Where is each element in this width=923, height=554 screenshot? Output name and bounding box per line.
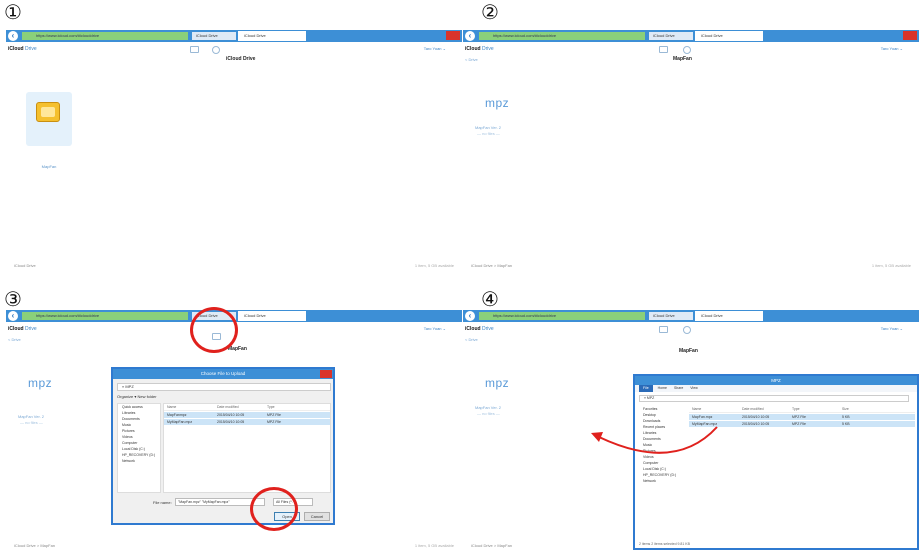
arrow-left-icon[interactable]: ‹ <box>8 31 18 41</box>
file-sub: — no files — <box>20 420 43 425</box>
ribbon-tab-file[interactable]: File <box>639 385 653 392</box>
panel-step-3: ‹ https://www.icloud.com/#iclouddrive iC… <box>6 310 462 552</box>
page-title: iCloud Drive <box>226 56 256 62</box>
nav-item[interactable]: Network <box>118 458 160 464</box>
back-link[interactable]: < Drive <box>465 337 478 342</box>
dialog-address-bar[interactable]: « MPZ <box>117 383 331 391</box>
back-link[interactable]: < Drive <box>8 337 21 342</box>
new-folder-icon[interactable] <box>683 46 691 54</box>
page-title: MapFan <box>679 348 698 354</box>
browser-tab-inactive[interactable]: iCloud Drive <box>649 312 693 320</box>
breadcrumb[interactable]: iCloud Drive > MapFan <box>14 543 55 548</box>
mpz-file-icon[interactable]: mpz <box>28 376 52 390</box>
browser-tab-active[interactable]: iCloud Drive <box>695 311 763 321</box>
page-title: MapFan <box>673 56 692 62</box>
breadcrumb[interactable]: iCloud Drive > MapFan <box>471 543 512 548</box>
breadcrumb[interactable]: iCloud Drive <box>14 263 36 268</box>
icloud-drive-title[interactable]: iCloud Drive <box>8 46 37 52</box>
icloud-drive-title[interactable]: iCloud Drive <box>8 326 37 332</box>
drag-arrow <box>591 426 718 454</box>
upload-icon[interactable] <box>190 46 199 53</box>
dialog-nav-pane: Quick access Libraries Documents Music P… <box>117 403 161 493</box>
cancel-button[interactable]: Cancel <box>304 512 330 521</box>
address-bar[interactable]: https://www.icloud.com/#iclouddrive <box>22 312 188 320</box>
table-row[interactable]: MapFanmpz 2015/04/10 10:05 MPZ File <box>164 412 330 418</box>
file-sub: — no files — <box>477 411 500 416</box>
close-icon[interactable] <box>903 31 917 40</box>
storage-status: 1 item, 5 GB available <box>871 263 911 268</box>
file-sub: — no files — <box>477 131 500 136</box>
folder-label: MapFan <box>41 164 57 169</box>
folder-icon <box>36 102 60 122</box>
minimize-icon[interactable] <box>889 31 901 40</box>
page-title: MapFan <box>228 346 247 352</box>
upload-icon[interactable] <box>659 326 668 333</box>
table-row[interactable]: MyMapFan.mpz 2015/04/10 10:05 MPZ File <box>164 419 330 425</box>
file-link[interactable]: MapFan Ver. 2 <box>18 414 44 419</box>
back-link[interactable]: < Drive <box>465 57 478 62</box>
minimize-icon[interactable] <box>432 31 444 40</box>
storage-status: 1 item, 5 GB available <box>414 543 454 548</box>
browser-tab-active[interactable]: iCloud Drive <box>238 311 306 321</box>
ribbon-tab-share[interactable]: Share <box>674 386 683 390</box>
icloud-drive-title[interactable]: iCloud Drive <box>465 46 494 52</box>
arrow-left-icon[interactable]: ‹ <box>465 31 475 41</box>
step-number-4: ④ <box>481 287 499 311</box>
panel-step-1: ‹ https://www.icloud.com/#iclouddrive iC… <box>6 30 462 272</box>
step-number-3: ③ <box>4 287 22 311</box>
address-bar[interactable]: https://www.icloud.com/#iclouddrive <box>479 32 645 40</box>
step-number-1: ① <box>4 0 22 24</box>
highlight-circle-upload <box>190 307 238 353</box>
breadcrumb[interactable]: iCloud Drive > MapFan <box>471 263 512 268</box>
user-menu[interactable]: Taro Yoan ⌄ <box>424 46 446 51</box>
address-bar[interactable]: https://www.icloud.com/#iclouddrive <box>479 312 645 320</box>
browser-tab-inactive[interactable]: iCloud Drive <box>192 32 236 40</box>
upload-icon[interactable] <box>659 46 668 53</box>
user-menu[interactable]: Taro Yoan ⌄ <box>881 326 903 331</box>
highlight-circle-open <box>250 487 298 531</box>
explorer-status-bar: 2 items 2 items selected 9.81 KB <box>639 542 690 546</box>
ribbon-tab-view[interactable]: View <box>690 386 698 390</box>
new-folder-icon[interactable] <box>212 46 220 54</box>
file-upload-dialog: Choose File to Upload « MPZ Organize ▾ N… <box>111 367 335 525</box>
panel-step-2: ‹ https://www.icloud.com/#iclouddrive iC… <box>463 30 919 272</box>
browser-toolbar: ‹ https://www.icloud.com/#iclouddrive iC… <box>463 310 919 322</box>
browser-tab-active[interactable]: iCloud Drive <box>238 31 306 41</box>
drag-arrow-path <box>598 426 718 454</box>
nav-item[interactable]: Network <box>639 478 687 484</box>
file-link[interactable]: MapFan Ver. 2 <box>475 125 501 130</box>
browser-tab-active[interactable]: iCloud Drive <box>695 31 763 41</box>
filename-label: File name: <box>153 500 172 505</box>
close-icon[interactable] <box>446 31 460 40</box>
file-link[interactable]: MapFan Ver. 2 <box>475 405 501 410</box>
explorer-title: MPZ <box>635 376 917 385</box>
browser-toolbar: ‹ https://www.icloud.com/#iclouddrive iC… <box>6 30 462 42</box>
arrow-left-icon[interactable]: ‹ <box>465 311 475 321</box>
icloud-drive-title[interactable]: iCloud Drive <box>465 326 494 332</box>
arrow-left-icon[interactable]: ‹ <box>8 311 18 321</box>
user-menu[interactable]: Taro Yoan ⌄ <box>881 46 903 51</box>
ribbon-tab-home[interactable]: Home <box>658 386 667 390</box>
storage-status: 1 item, 5 GB available <box>414 263 454 268</box>
mpz-file-icon[interactable]: mpz <box>485 376 509 390</box>
close-icon[interactable] <box>320 370 332 378</box>
browser-tab-inactive[interactable]: iCloud Drive <box>649 32 693 40</box>
address-bar[interactable]: https://www.icloud.com/#iclouddrive <box>22 32 188 40</box>
user-menu[interactable]: Taro Yoan ⌄ <box>424 326 446 331</box>
folder-mapfan[interactable]: MapFan <box>26 92 72 169</box>
new-folder-icon[interactable] <box>683 326 691 334</box>
explorer-ribbon: File Home Share View <box>635 385 917 392</box>
dialog-toolbar[interactable]: Organize ▾ New folder <box>117 394 157 399</box>
mpz-file-icon[interactable]: mpz <box>485 96 509 110</box>
column-headers: Name Date modified Type <box>164 404 330 411</box>
step-number-2: ② <box>481 0 499 24</box>
dialog-file-list: Name Date modified Type MapFanmpz 2015/0… <box>163 403 331 493</box>
browser-toolbar: ‹ https://www.icloud.com/#iclouddrive iC… <box>463 30 919 42</box>
dialog-title: Choose File to Upload <box>113 369 333 379</box>
